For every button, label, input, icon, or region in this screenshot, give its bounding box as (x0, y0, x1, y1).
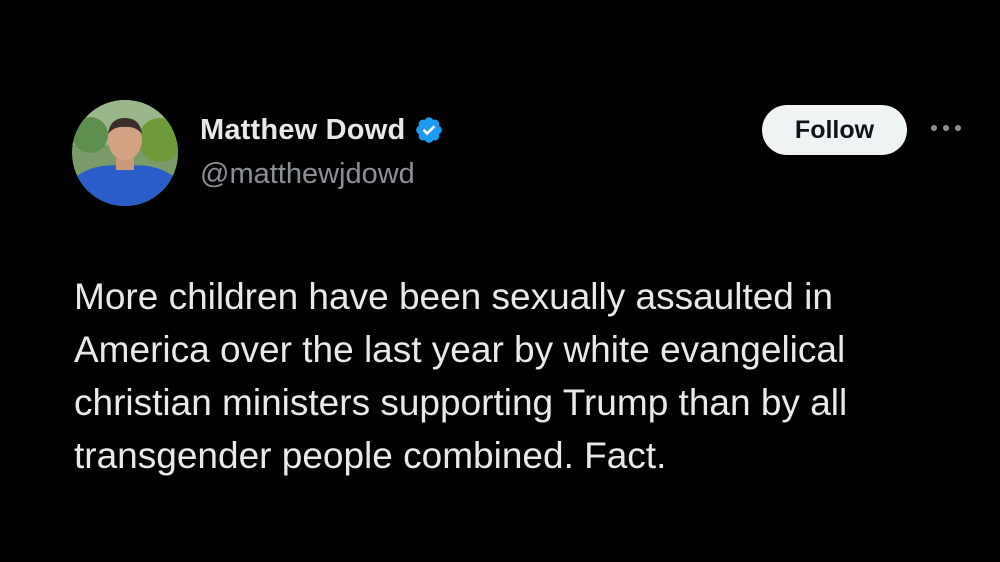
author-handle[interactable]: @matthewjdowd (200, 158, 415, 191)
tweet-text-line: America over the last year by white evan… (74, 329, 846, 370)
tweet-text-line: christian ministers supporting Trump tha… (74, 382, 848, 423)
author-name-row: Matthew Dowd (200, 110, 444, 150)
more-horizontal-icon[interactable] (928, 116, 964, 140)
tweet-text: More children have been sexually assault… (74, 270, 954, 482)
avatar-photo (72, 100, 178, 206)
author-display-name[interactable]: Matthew Dowd (200, 114, 405, 147)
tweet-text-line: More children have been sexually assault… (74, 276, 833, 317)
verified-badge-icon[interactable] (414, 115, 444, 145)
tweet-text-line: transgender people combined. Fact. (74, 435, 667, 476)
avatar[interactable] (72, 100, 178, 206)
follow-button[interactable]: Follow (762, 105, 907, 155)
tweet-card: Matthew Dowd @matthewjdowd Follow More c… (0, 0, 1000, 562)
